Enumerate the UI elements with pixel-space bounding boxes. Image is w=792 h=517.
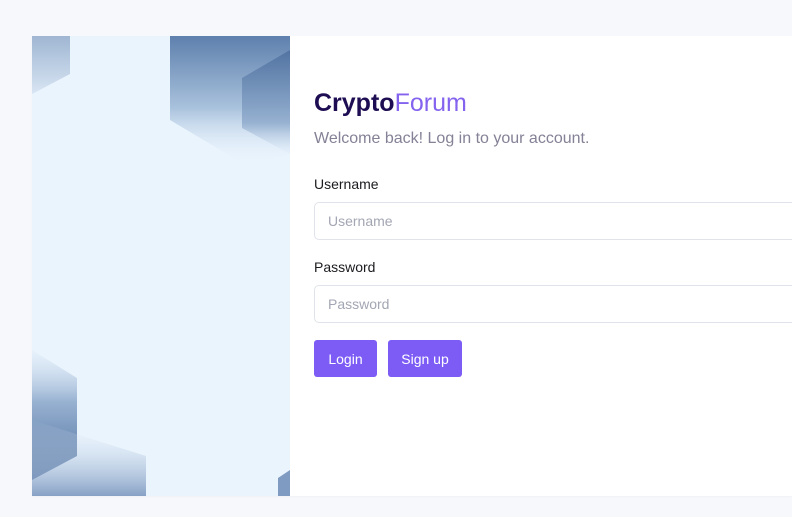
brand-name-bold: Crypto: [314, 89, 395, 117]
brand-logo: CryptoForum: [314, 88, 467, 118]
signup-button[interactable]: Sign up: [388, 340, 462, 377]
username-input[interactable]: [314, 202, 792, 240]
login-form: CryptoForum Welcome back! Log in to your…: [314, 36, 792, 496]
username-label: Username: [314, 176, 379, 192]
password-input[interactable]: [314, 285, 792, 323]
login-card: CryptoForum Welcome back! Log in to your…: [32, 36, 792, 496]
decorative-hexagon-art: [32, 36, 290, 496]
login-button[interactable]: Login: [314, 340, 377, 377]
brand-name-light: Forum: [394, 89, 467, 117]
welcome-subtitle: Welcome back! Log in to your account.: [314, 130, 590, 147]
password-label: Password: [314, 259, 376, 275]
